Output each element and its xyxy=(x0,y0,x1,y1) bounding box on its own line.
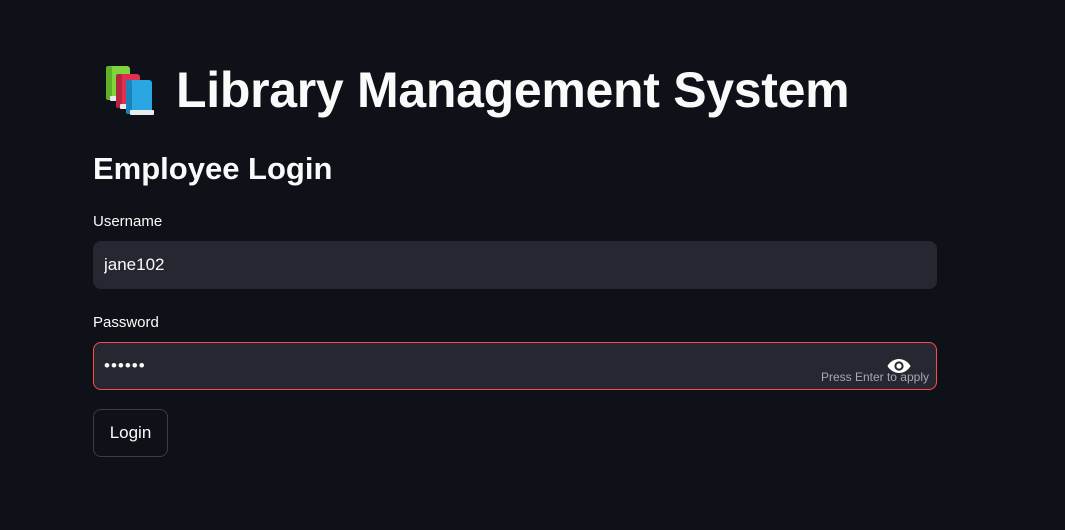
password-field: Press Enter to apply xyxy=(93,342,937,390)
books-icon xyxy=(106,66,154,115)
page-title: Library Management System xyxy=(176,62,850,118)
press-enter-hint: Press Enter to apply xyxy=(820,370,929,384)
username-label: Username xyxy=(93,213,163,230)
login-heading: Employee Login xyxy=(93,151,333,186)
password-input[interactable] xyxy=(94,343,874,389)
username-input[interactable] xyxy=(93,241,937,289)
password-label: Password xyxy=(93,314,159,331)
login-button[interactable]: Login xyxy=(93,409,168,457)
title-row: Library Management System xyxy=(100,58,850,122)
app-main: Library Management System Employee Login… xyxy=(0,0,1065,530)
